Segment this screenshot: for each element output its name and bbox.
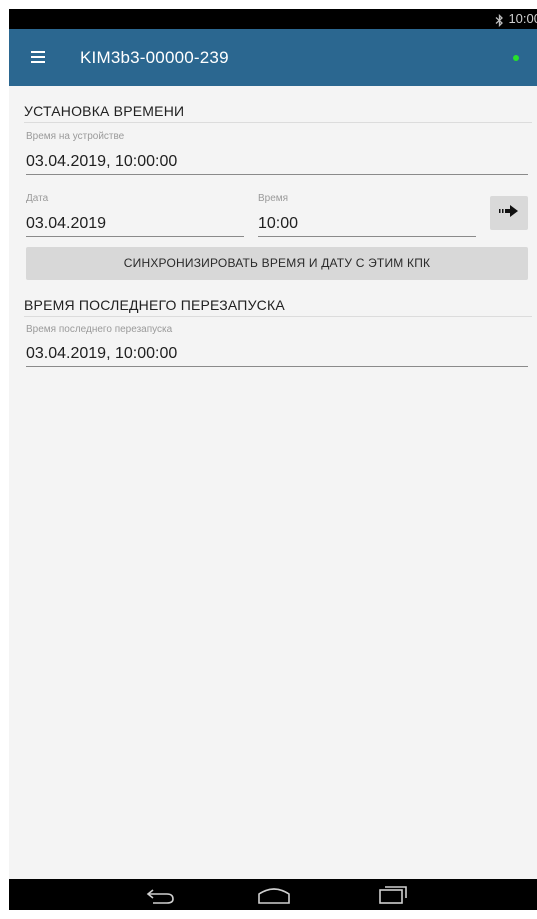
status-bar-right: 10:00 [495,9,537,29]
connection-status-dot [513,55,519,61]
device-frame: 10:00 KIM3b3-00000-239 УСТАНОВКА ВРЕМЕНИ… [0,0,537,919]
time-field[interactable]: 10:00 [258,215,476,237]
time-label: Время [258,193,289,204]
last-restart-header: ВРЕМЯ ПОСЛЕДНЕГО ПЕРЕЗАПУСКА [24,297,532,317]
bluetooth-icon [495,13,504,27]
home-icon[interactable] [257,883,291,910]
time-setting-header: УСТАНОВКА ВРЕМЕНИ [24,103,532,123]
device-time-label: Время на устройстве [26,131,125,142]
status-time: 10:00 [508,11,537,26]
date-field[interactable]: 03.04.2019 [26,215,244,237]
device-time-field: 03.04.2019, 10:00:00 [26,153,528,175]
screen: 10:00 KIM3b3-00000-239 УСТАНОВКА ВРЕМЕНИ… [9,9,537,910]
navigation-bar [9,879,537,910]
status-bar: 10:00 [9,9,537,29]
app-bar: KIM3b3-00000-239 [9,29,537,86]
menu-icon[interactable] [31,46,53,68]
date-label: Дата [26,193,49,204]
recents-icon[interactable] [377,883,409,910]
back-icon[interactable] [145,883,177,910]
last-restart-label: Время последнего перезапуска [26,324,173,335]
sync-time-button[interactable]: СИНХРОНИЗИРОВАТЬ ВРЕМЯ И ДАТУ С ЭТИМ КПК [26,247,528,280]
app-title: KIM3b3-00000-239 [80,48,229,67]
arrow-right-icon [499,204,519,222]
apply-time-button[interactable] [490,196,528,230]
last-restart-field: 03.04.2019, 10:00:00 [26,345,528,367]
